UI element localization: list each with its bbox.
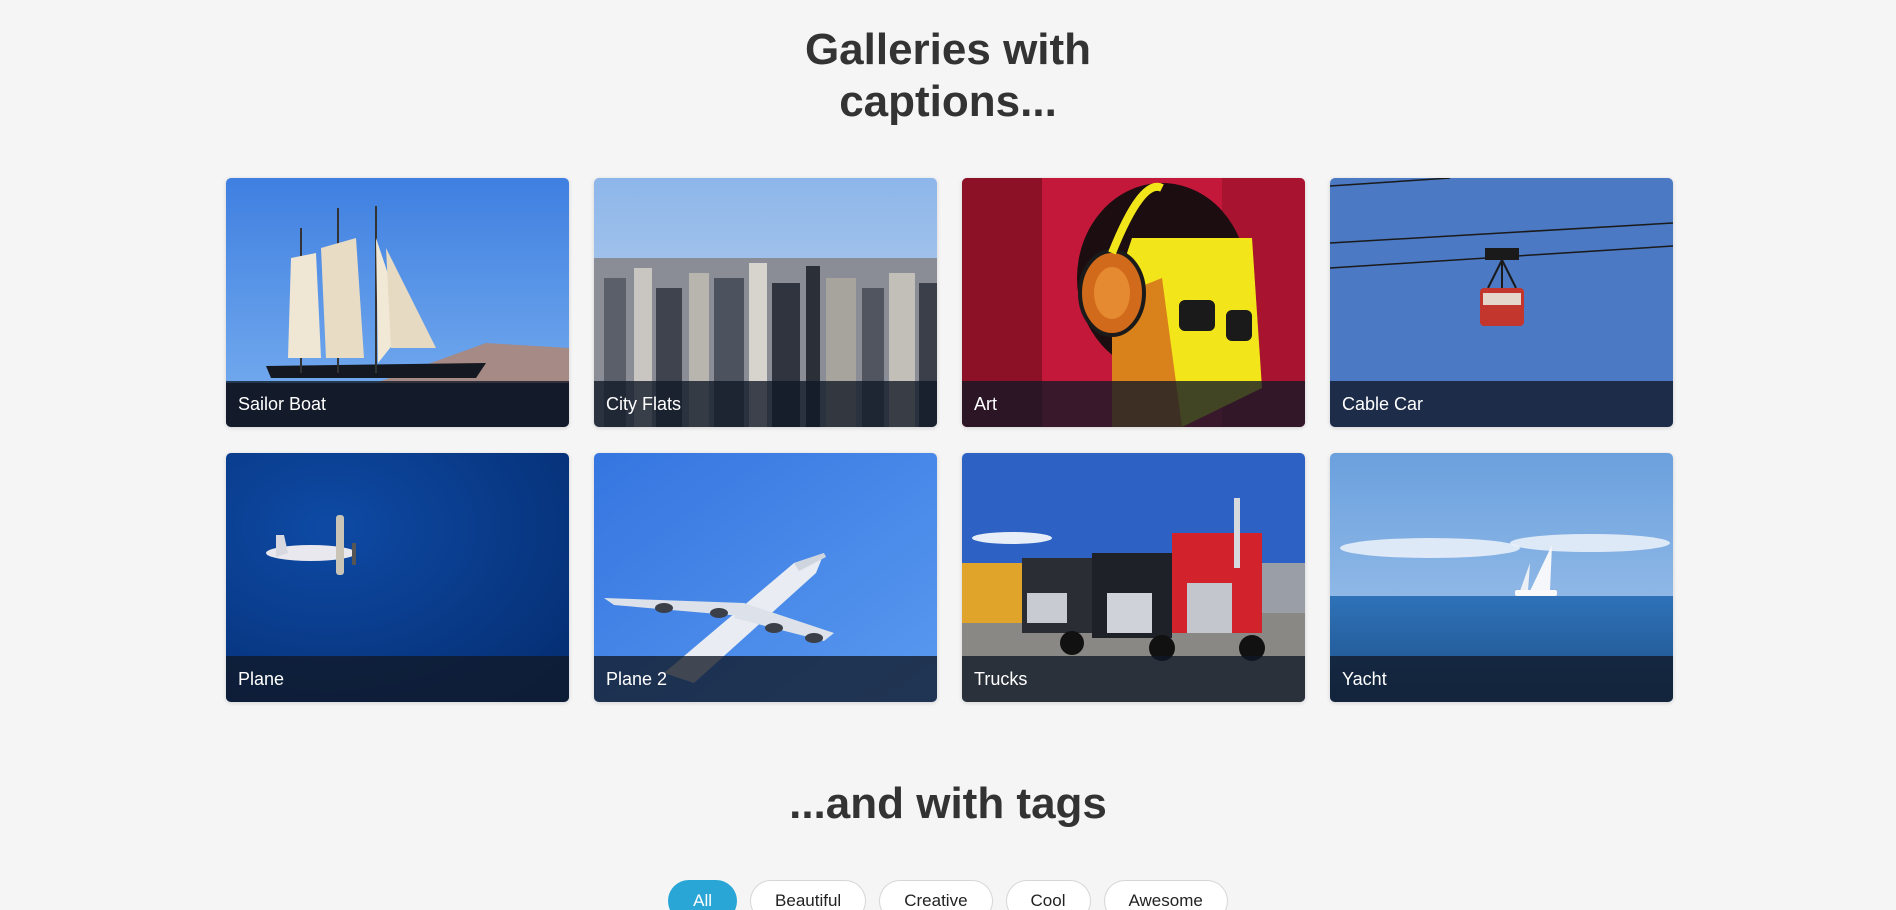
gallery-item-plane-2[interactable]: Plane 2 xyxy=(594,453,937,702)
tag-filter-bar: All Beautiful Creative Cool Awesome xyxy=(0,880,1896,910)
caption: Art xyxy=(962,381,1305,427)
gallery-item-art[interactable]: Art xyxy=(962,178,1305,427)
title-line-2: captions... xyxy=(839,77,1057,126)
caption-gallery: Sailor Boat City Flats Art Cable Car Pla… xyxy=(226,178,1673,702)
caption: City Flats xyxy=(594,381,937,427)
caption: Yacht xyxy=(1330,656,1673,702)
tag-awesome[interactable]: Awesome xyxy=(1103,880,1228,910)
page: Galleries with captions... Sailor Boat C… xyxy=(0,0,1896,910)
tag-cool[interactable]: Cool xyxy=(1005,880,1091,910)
gallery-item-trucks[interactable]: Trucks xyxy=(962,453,1305,702)
gallery-item-city-flats[interactable]: City Flats xyxy=(594,178,937,427)
gallery-item-sailor-boat[interactable]: Sailor Boat xyxy=(226,178,569,427)
gallery-item-yacht[interactable]: Yacht xyxy=(1330,453,1673,702)
caption: Plane 2 xyxy=(594,656,937,702)
tags-section-title: ...and with tags xyxy=(789,779,1107,828)
gallery-item-plane[interactable]: Plane xyxy=(226,453,569,702)
caption: Sailor Boat xyxy=(226,381,569,427)
caption: Plane xyxy=(226,656,569,702)
tag-beautiful[interactable]: Beautiful xyxy=(750,880,867,910)
caption: Trucks xyxy=(962,656,1305,702)
title-line-1: Galleries with xyxy=(804,25,1092,74)
gallery-item-cable-car[interactable]: Cable Car xyxy=(1330,178,1673,427)
tag-all[interactable]: All xyxy=(668,880,738,910)
captions-section-title: Galleries with captions... xyxy=(0,24,1896,128)
caption: Cable Car xyxy=(1330,381,1673,427)
tag-creative[interactable]: Creative xyxy=(879,880,993,910)
